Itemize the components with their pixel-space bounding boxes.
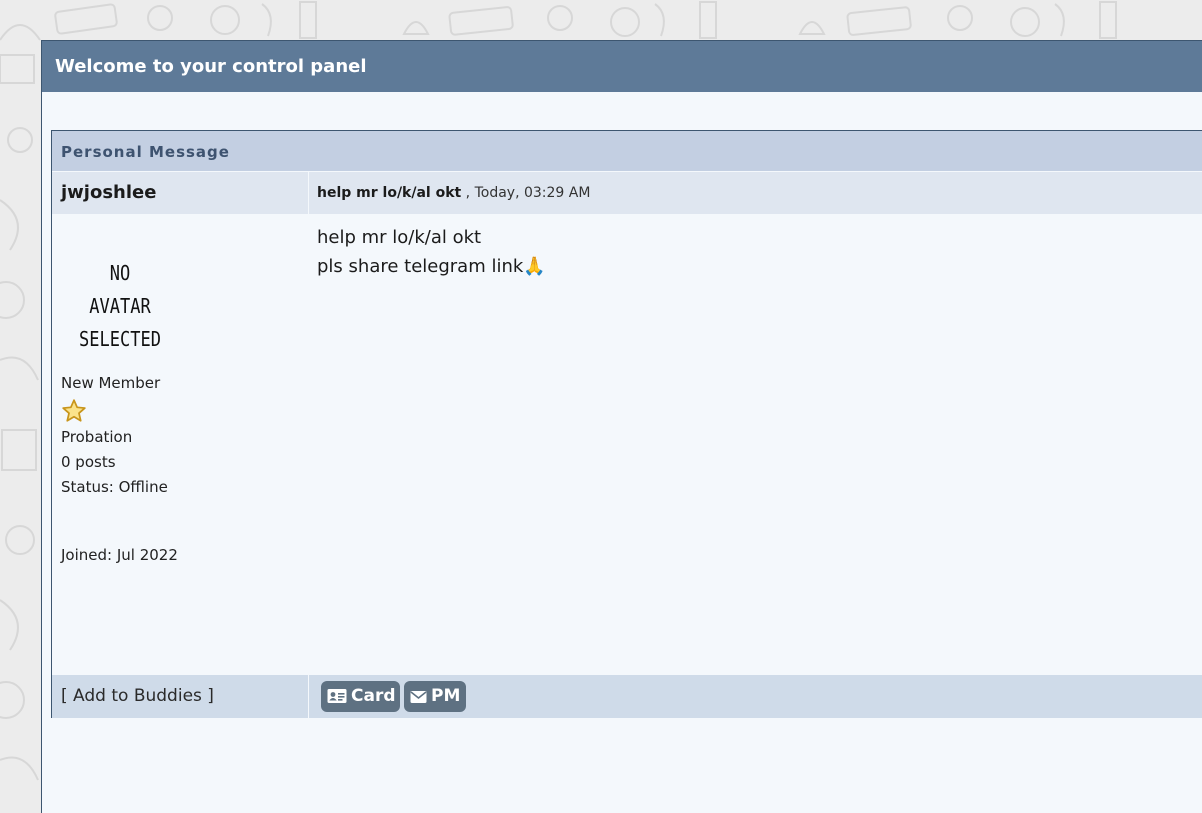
message-date: Today, 03:29 AM [474, 185, 591, 201]
author-name[interactable]: jwjoshlee [61, 172, 156, 214]
message-footer-row: [ Add to Buddies ] Card PM [52, 675, 1202, 718]
message-subject: help mr lo/k/al okt [317, 185, 462, 201]
panel-title: Welcome to your control panel [42, 41, 1202, 92]
column-divider [308, 172, 309, 214]
id-card-icon [327, 689, 347, 703]
message-body-line1: help mr lo/k/al okt [317, 227, 482, 248]
date-separator: , [461, 185, 475, 201]
user-group: Probation [61, 428, 133, 446]
star-icon [62, 399, 86, 422]
control-panel: Welcome to your control panel Personal M… [41, 40, 1202, 813]
message-meta: help mr lo/k/al okt , Today, 03:29 AM [317, 172, 590, 214]
card-button[interactable]: Card [321, 681, 400, 712]
user-status: Status: Offline [61, 478, 168, 496]
column-divider [308, 675, 309, 718]
card-button-label: Card [351, 686, 396, 706]
message-body-line2: pls share telegram link🙏 [317, 252, 546, 281]
personal-message-box: Personal Message jwjoshlee help mr lo/k/… [51, 130, 1202, 718]
avatar-text-line1: NO AVATAR [89, 261, 151, 318]
user-joined: Joined: Jul 2022 [61, 546, 178, 564]
section-title: Personal Message [52, 131, 1202, 171]
folded-hands-emoji: 🙏 [523, 256, 546, 277]
pm-button[interactable]: PM [404, 681, 466, 712]
add-to-buddies-link[interactable]: [ Add to Buddies ] [61, 675, 214, 718]
message-body: help mr lo/k/al okt pls share telegram l… [317, 223, 546, 281]
user-posts: 0 posts [61, 453, 116, 471]
user-rank: New Member [61, 374, 161, 392]
envelope-icon [410, 691, 427, 703]
avatar: NO AVATAR SELECTED [78, 257, 163, 356]
message-header-row: jwjoshlee help mr lo/k/al okt , Today, 0… [52, 172, 1202, 214]
pm-button-label: PM [431, 686, 461, 706]
message-body-text: pls share telegram link [317, 256, 524, 277]
user-info: New Member Probation 0 posts Status: Off… [61, 371, 168, 500]
column-divider [308, 214, 309, 675]
avatar-text-line2: SELECTED [79, 327, 161, 351]
